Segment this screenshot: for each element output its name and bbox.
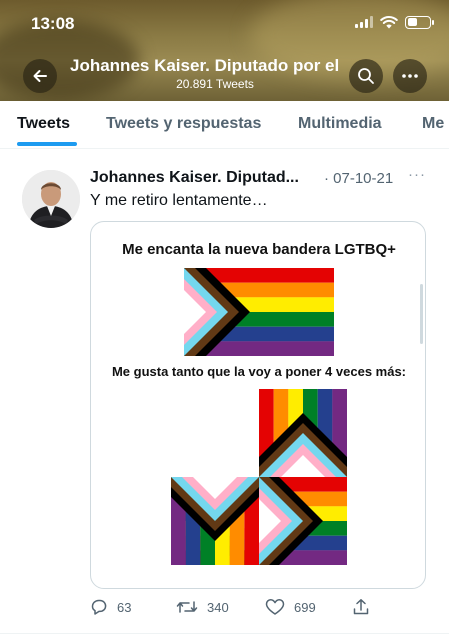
avatar[interactable] [22, 170, 80, 228]
search-icon [358, 68, 374, 84]
active-tab-indicator [17, 142, 77, 146]
back-button[interactable] [23, 59, 57, 93]
tab-multimedia[interactable]: Multimedia [298, 115, 382, 133]
search-button[interactable] [349, 59, 383, 93]
tweet-more-icon[interactable]: ··· [408, 166, 426, 183]
tweet-media-image[interactable]: Me encanta la nueva bandera LGTBQ+ Me gu… [90, 221, 426, 589]
tab-me-gusta[interactable]: Me [422, 115, 444, 133]
heart-icon [265, 599, 285, 615]
tab-tweets-y-respuestas[interactable]: Tweets y respuestas [106, 115, 261, 133]
reply-button[interactable]: 63 [90, 598, 131, 616]
status-icons [355, 15, 434, 29]
like-button[interactable]: 699 [265, 598, 316, 616]
retweet-icon [176, 601, 198, 613]
arrow-left-icon [33, 70, 47, 82]
like-count: 699 [294, 599, 316, 615]
avatar-photo [22, 170, 80, 228]
tweet-text: Y me retiro lentamente… [90, 192, 268, 209]
signal-icon [355, 16, 373, 28]
reply-count: 63 [117, 599, 132, 615]
more-icon [402, 74, 418, 78]
battery-icon [405, 15, 434, 29]
four-flags-pattern [171, 389, 347, 565]
tweet-author-name[interactable]: Johannes Kaiser. Diputad... [90, 169, 318, 187]
profile-header: 13:08 Johannes Kaiser. Diputado por el 2… [0, 0, 449, 101]
meme-caption-bottom: Me gusta tanto que la voy a poner 4 vece… [111, 364, 407, 379]
share-icon [353, 599, 369, 615]
retweet-button[interactable]: 340 [176, 598, 229, 616]
tweet-actions: 63 340 699 [90, 598, 380, 622]
tab-tweets[interactable]: Tweets [17, 115, 70, 133]
media-scroll-indicator [420, 284, 423, 344]
divider [0, 633, 449, 634]
tweet-count: 20.891 Tweets [176, 77, 254, 91]
status-time: 13:08 [31, 14, 75, 33]
meme-caption-top: Me encanta la nueva bandera LGTBQ+ [122, 241, 396, 258]
share-button[interactable] [352, 598, 370, 616]
progress-pride-flag [184, 268, 334, 356]
wifi-icon [380, 16, 398, 29]
profile-name-title: Johannes Kaiser. Diputado por el [70, 56, 340, 75]
tweet-date[interactable]: · 07-10-21 [324, 170, 393, 187]
reply-icon [91, 599, 107, 615]
retweet-count: 340 [207, 599, 229, 615]
more-button[interactable] [393, 59, 427, 93]
